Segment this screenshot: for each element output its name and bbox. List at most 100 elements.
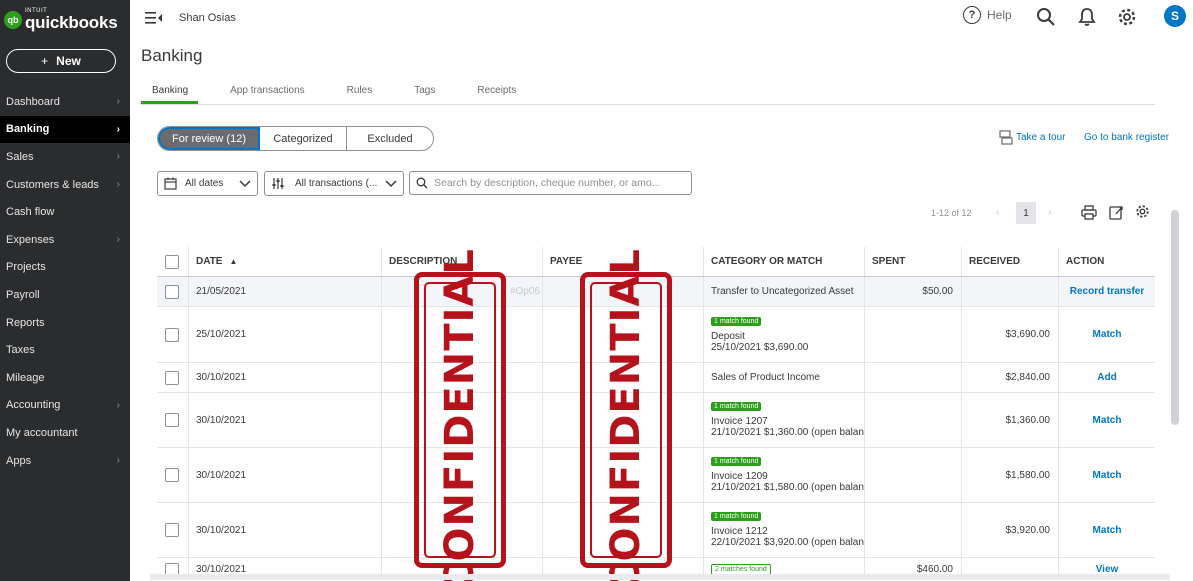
sidebar-item-projects[interactable]: Projects [0,254,130,282]
help-button[interactable]: ? Help [963,6,1012,24]
add-button[interactable]: Add [1097,372,1116,383]
export-icon[interactable] [1109,205,1124,220]
pager-next-icon[interactable]: › [1048,207,1051,218]
row-match-title[interactable]: Invoice 1207 [711,416,768,427]
new-button[interactable]: + New [6,49,116,73]
sidebar-item-sales[interactable]: Sales › [0,143,130,171]
tab-app-transactions[interactable]: App transactions [220,80,315,104]
sidebar-item-payroll[interactable]: Payroll [0,281,130,309]
row-checkbox[interactable] [165,413,179,427]
company-name[interactable]: Shan Osias [179,12,236,24]
sidebar-item-taxes[interactable]: Taxes [0,336,130,364]
match-badge: 1 match found [711,316,762,326]
row-checkbox[interactable] [165,468,179,482]
go-to-bank-register-link[interactable]: Go to bank register [1084,132,1169,143]
vertical-scrollbar[interactable] [1171,210,1179,425]
match-badge: 1 match found [711,457,762,466]
column-category-label: CATEGORY OR MATCH [711,256,823,267]
record-transfer-button[interactable]: Record transfer [1070,286,1144,297]
row-spent [865,363,962,392]
search-icon[interactable] [1036,7,1056,27]
sidebar-item-label: Customers & leads [6,178,99,191]
pager-range: 1-12 of 12 [931,208,972,218]
sidebar-item-mileage[interactable]: Mileage [0,364,130,392]
sidebar-item-label: Projects [6,261,46,274]
confidential-stamp: CONFIDENTIAL [414,248,506,581]
filter-icon [272,178,284,189]
row-match-title[interactable]: Invoice 1209 [711,471,768,482]
select-all-checkbox[interactable] [165,254,179,269]
pager-prev-icon[interactable]: ‹ [996,207,999,218]
column-spent[interactable]: SPENT [865,247,962,276]
row-received: $1,580.00 [962,448,1059,502]
sidebar-nav: Dashboard › Banking › Sales › Customers & l… [0,88,130,474]
row-checkbox[interactable] [165,523,179,537]
sidebar-item-expenses[interactable]: Expenses › [0,226,130,254]
transactions-filter[interactable]: All transactions (... [264,171,404,196]
sidebar-item-label: My accountant [6,426,78,439]
settings-icon[interactable] [1135,204,1150,219]
row-date: 30/10/2021 [189,363,382,392]
match-button[interactable]: Match [1093,329,1122,340]
row-match-title[interactable]: Invoice 1212 [711,526,768,537]
sidebar-item-apps[interactable]: Apps › [0,447,130,475]
print-icon[interactable] [1081,205,1097,220]
logo-wordmark: quickbooks [25,13,118,32]
column-received[interactable]: RECEIVED [962,247,1059,276]
row-date: 25/10/2021 [189,307,382,362]
match-button[interactable]: Match [1093,470,1122,481]
row-match-detail: 21/10/2021 $1,580.00 (open balan [711,482,864,493]
sidebar-item-accounting[interactable]: Accounting › [0,392,130,420]
segment-for-review[interactable]: For review (12) [158,127,260,150]
horizontal-scrollbar[interactable] [150,574,1170,580]
row-category[interactable]: Transfer to Uncategorized Asset [711,286,853,297]
sidebar-item-banking[interactable]: Banking › [0,115,130,144]
plus-icon: + [41,54,49,68]
row-date: 21/05/2021 [189,277,382,306]
sidebar-item-label: Apps [6,454,32,467]
chevron-right-icon: › [116,96,120,108]
match-button[interactable]: Match [1093,415,1122,426]
transaction-search[interactable] [409,171,692,195]
sidebar-item-my-accountant[interactable]: My accountant [0,419,130,447]
tab-tags[interactable]: Tags [404,80,445,104]
segment-categorized[interactable]: Categorized [260,127,347,150]
pager-current[interactable]: 1 [1016,202,1036,224]
match-button[interactable]: Match [1093,525,1122,536]
bell-icon[interactable] [1077,7,1097,27]
row-checkbox[interactable] [165,284,179,299]
gear-icon[interactable] [1117,7,1137,27]
row-received: $3,690.00 [962,307,1059,362]
avatar[interactable]: S [1164,5,1186,27]
column-received-label: RECEIVED [969,256,1021,267]
tab-banking[interactable]: Banking [141,80,199,104]
segment-excluded[interactable]: Excluded [347,127,433,150]
quickbooks-logo[interactable]: qb INTUIT quickbooks [4,8,118,32]
chevron-right-icon: › [116,179,120,191]
row-checkbox[interactable] [165,370,179,385]
sidebar-item-customers[interactable]: Customers & leads › [0,171,130,199]
chevron-down-icon [385,179,397,187]
take-a-tour-link[interactable]: Take a tour [1016,132,1065,143]
row-match-title[interactable]: Deposit [711,331,745,342]
sidebar-item-cash-flow[interactable]: Cash flow [0,198,130,226]
row-date: 30/10/2021 [189,448,382,502]
date-filter-label: All dates [185,178,224,189]
calendar-icon [164,177,177,190]
tabs-divider [141,104,1155,105]
new-button-label: New [56,54,81,68]
sidebar-item-reports[interactable]: Reports [0,309,130,337]
column-date[interactable]: DATE ▲ [189,247,382,276]
search-input[interactable] [434,177,684,189]
row-checkbox[interactable] [165,327,179,342]
sidebar-item-dashboard[interactable]: Dashboard › [0,88,130,116]
menu-icon[interactable] [145,10,163,26]
column-category[interactable]: CATEGORY OR MATCH [704,247,865,276]
date-filter[interactable]: All dates [157,171,258,196]
tab-rules[interactable]: Rules [337,80,383,104]
help-icon: ? [963,6,981,24]
tab-receipts[interactable]: Receipts [467,80,526,104]
column-action-label: ACTION [1066,256,1105,267]
tab-bar: Banking App transactions Rules Tags Rece… [141,80,548,104]
row-category[interactable]: Sales of Product Income [711,372,820,383]
